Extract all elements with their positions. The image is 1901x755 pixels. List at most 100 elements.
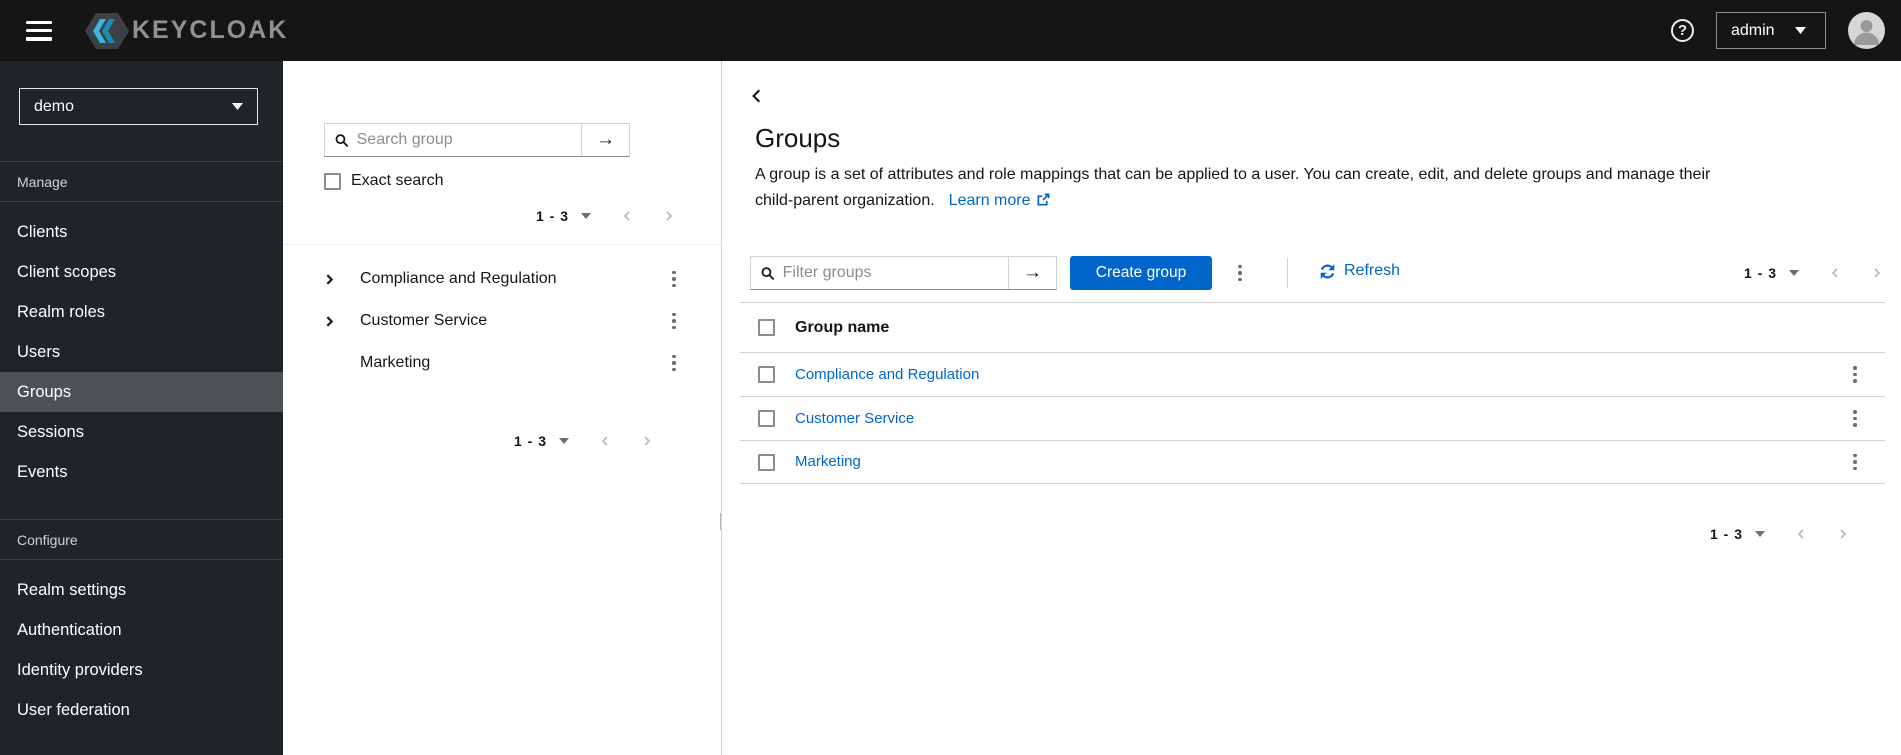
learn-more-link[interactable]: Learn more (949, 192, 1050, 209)
page-title: Groups (755, 123, 841, 153)
sidebar-item-user-federation[interactable]: User federation (0, 690, 283, 730)
pagination-prev-button[interactable] (621, 210, 633, 222)
sidebar-item-realm-settings[interactable]: Realm settings (0, 570, 283, 610)
kebab-menu-icon[interactable] (1847, 365, 1863, 385)
keycloak-logo: KEYCLOAK (84, 11, 288, 51)
search-submit-button[interactable]: → (581, 124, 629, 156)
sidebar-item-sessions[interactable]: Sessions (0, 412, 283, 452)
tree-item: Marketing (283, 342, 722, 384)
panel-divider (283, 244, 722, 245)
nav-toggle-icon[interactable] (26, 20, 52, 41)
pagination-menu-toggle[interactable] (559, 438, 569, 444)
avatar[interactable] (1848, 12, 1885, 49)
collapse-panel-chevron-icon[interactable] (750, 88, 764, 104)
chevron-right-icon (666, 211, 673, 221)
realm-selector[interactable]: demo (19, 88, 258, 125)
row-checkbox[interactable] (758, 453, 775, 471)
help-icon[interactable]: ? (1671, 19, 1694, 42)
toolbar-kebab-menu-icon[interactable] (1232, 263, 1248, 283)
sidebar-item-realm-roles[interactable]: Realm roles (0, 292, 283, 332)
user-menu-dropdown[interactable]: admin (1716, 12, 1826, 49)
pagination-prev-button[interactable] (599, 435, 611, 447)
sidebar-item-identity-providers[interactable]: Identity providers (0, 650, 283, 690)
kebab-menu-icon[interactable] (1847, 452, 1863, 472)
chevron-right-icon (644, 436, 651, 446)
external-link-icon (1036, 193, 1050, 211)
tree-item-label[interactable]: Customer Service (360, 312, 487, 330)
groups-table: Group name Compliance and Regulation Cus… (740, 302, 1885, 484)
sidebar: demo Manage Clients Client scopes Realm … (0, 61, 283, 755)
realm-selector-value: demo (34, 97, 75, 115)
expand-chevron-icon[interactable] (323, 273, 343, 286)
table-pagination-top: 1 - 3 (1744, 259, 1883, 287)
masthead: KEYCLOAK ? admin (0, 0, 1901, 61)
sidebar-item-authentication[interactable]: Authentication (0, 610, 283, 650)
filter-submit-button[interactable]: → (1008, 257, 1056, 289)
search-icon (335, 133, 349, 147)
pagination-menu-toggle[interactable] (1755, 531, 1765, 537)
group-link[interactable]: Customer Service (795, 410, 914, 427)
row-checkbox[interactable] (758, 366, 775, 383)
group-search-control: → (324, 123, 630, 157)
tree-pagination-bottom: 1 - 3 (514, 427, 653, 455)
sidebar-item-groups[interactable]: Groups (0, 372, 283, 412)
pagination-prev-button[interactable] (1829, 267, 1841, 279)
tree-item: Compliance and Regulation (283, 258, 722, 300)
row-checkbox[interactable] (758, 410, 775, 427)
create-group-button[interactable]: Create group (1070, 256, 1212, 290)
caret-down-icon (581, 213, 591, 219)
pagination-next-button[interactable] (641, 435, 653, 447)
refresh-button[interactable]: Refresh (1319, 262, 1400, 280)
group-link[interactable]: Marketing (795, 453, 861, 470)
main-content: Groups A group is a set of attributes an… (722, 61, 1901, 755)
chevron-left-icon (623, 211, 630, 221)
chevron-left-icon (1831, 268, 1838, 278)
tree-pagination-top: 1 - 3 (536, 202, 675, 230)
sidebar-item-users[interactable]: Users (0, 332, 283, 372)
pagination-prev-button[interactable] (1795, 528, 1807, 540)
kebab-menu-icon[interactable] (1847, 409, 1863, 429)
tree-item-label[interactable]: Compliance and Regulation (360, 270, 557, 288)
refresh-label: Refresh (1344, 262, 1401, 279)
caret-down-icon (1789, 270, 1799, 276)
tree-item-label[interactable]: Marketing (360, 354, 430, 372)
keycloak-logo-icon (84, 11, 130, 51)
pagination-menu-toggle[interactable] (1789, 270, 1799, 276)
table-row: Compliance and Regulation (740, 352, 1885, 396)
caret-down-icon (1794, 27, 1806, 34)
sidebar-item-clients[interactable]: Clients (0, 212, 283, 252)
chevron-right-icon (1874, 268, 1881, 278)
group-search-input[interactable] (356, 131, 571, 149)
caret-down-icon (1755, 531, 1765, 537)
table-header-row: Group name (740, 302, 1885, 352)
groups-tree-panel: → Exact search 1 - 3 Compliance and Regu… (283, 61, 722, 755)
kebab-menu-icon[interactable] (666, 353, 682, 373)
pagination-next-button[interactable] (663, 210, 675, 222)
pagination-range: 1 - 3 (1709, 526, 1743, 542)
column-header-group-name: Group name (795, 318, 890, 336)
sidebar-item-events[interactable]: Events (0, 452, 283, 492)
group-link[interactable]: Compliance and Regulation (795, 366, 979, 383)
pagination-menu-toggle[interactable] (581, 213, 591, 219)
caret-down-icon (559, 438, 569, 444)
pagination-range: 1 - 3 (1743, 265, 1777, 281)
tree-item: Customer Service (283, 300, 722, 342)
pagination-next-button[interactable] (1871, 267, 1883, 279)
brand-text: KEYCLOAK (132, 16, 289, 44)
select-all-checkbox[interactable] (758, 319, 775, 336)
expand-chevron-icon[interactable] (323, 315, 343, 328)
filter-groups-input[interactable] (782, 264, 998, 282)
search-icon (761, 266, 775, 280)
page-description: A group is a set of attributes and role … (755, 162, 1710, 216)
kebab-menu-icon[interactable] (666, 269, 682, 289)
refresh-icon (1320, 263, 1335, 279)
table-row: Marketing (740, 440, 1885, 484)
sidebar-item-client-scopes[interactable]: Client scopes (0, 252, 283, 292)
toolbar-separator (1287, 258, 1288, 288)
groups-toolbar: → Create group Refresh 1 - 3 (722, 256, 1901, 290)
chevron-left-icon (601, 436, 608, 446)
kebab-menu-icon[interactable] (666, 311, 682, 331)
exact-search-checkbox[interactable] (324, 172, 341, 190)
pagination-next-button[interactable] (1837, 528, 1849, 540)
exact-search-label: Exact search (351, 172, 444, 189)
